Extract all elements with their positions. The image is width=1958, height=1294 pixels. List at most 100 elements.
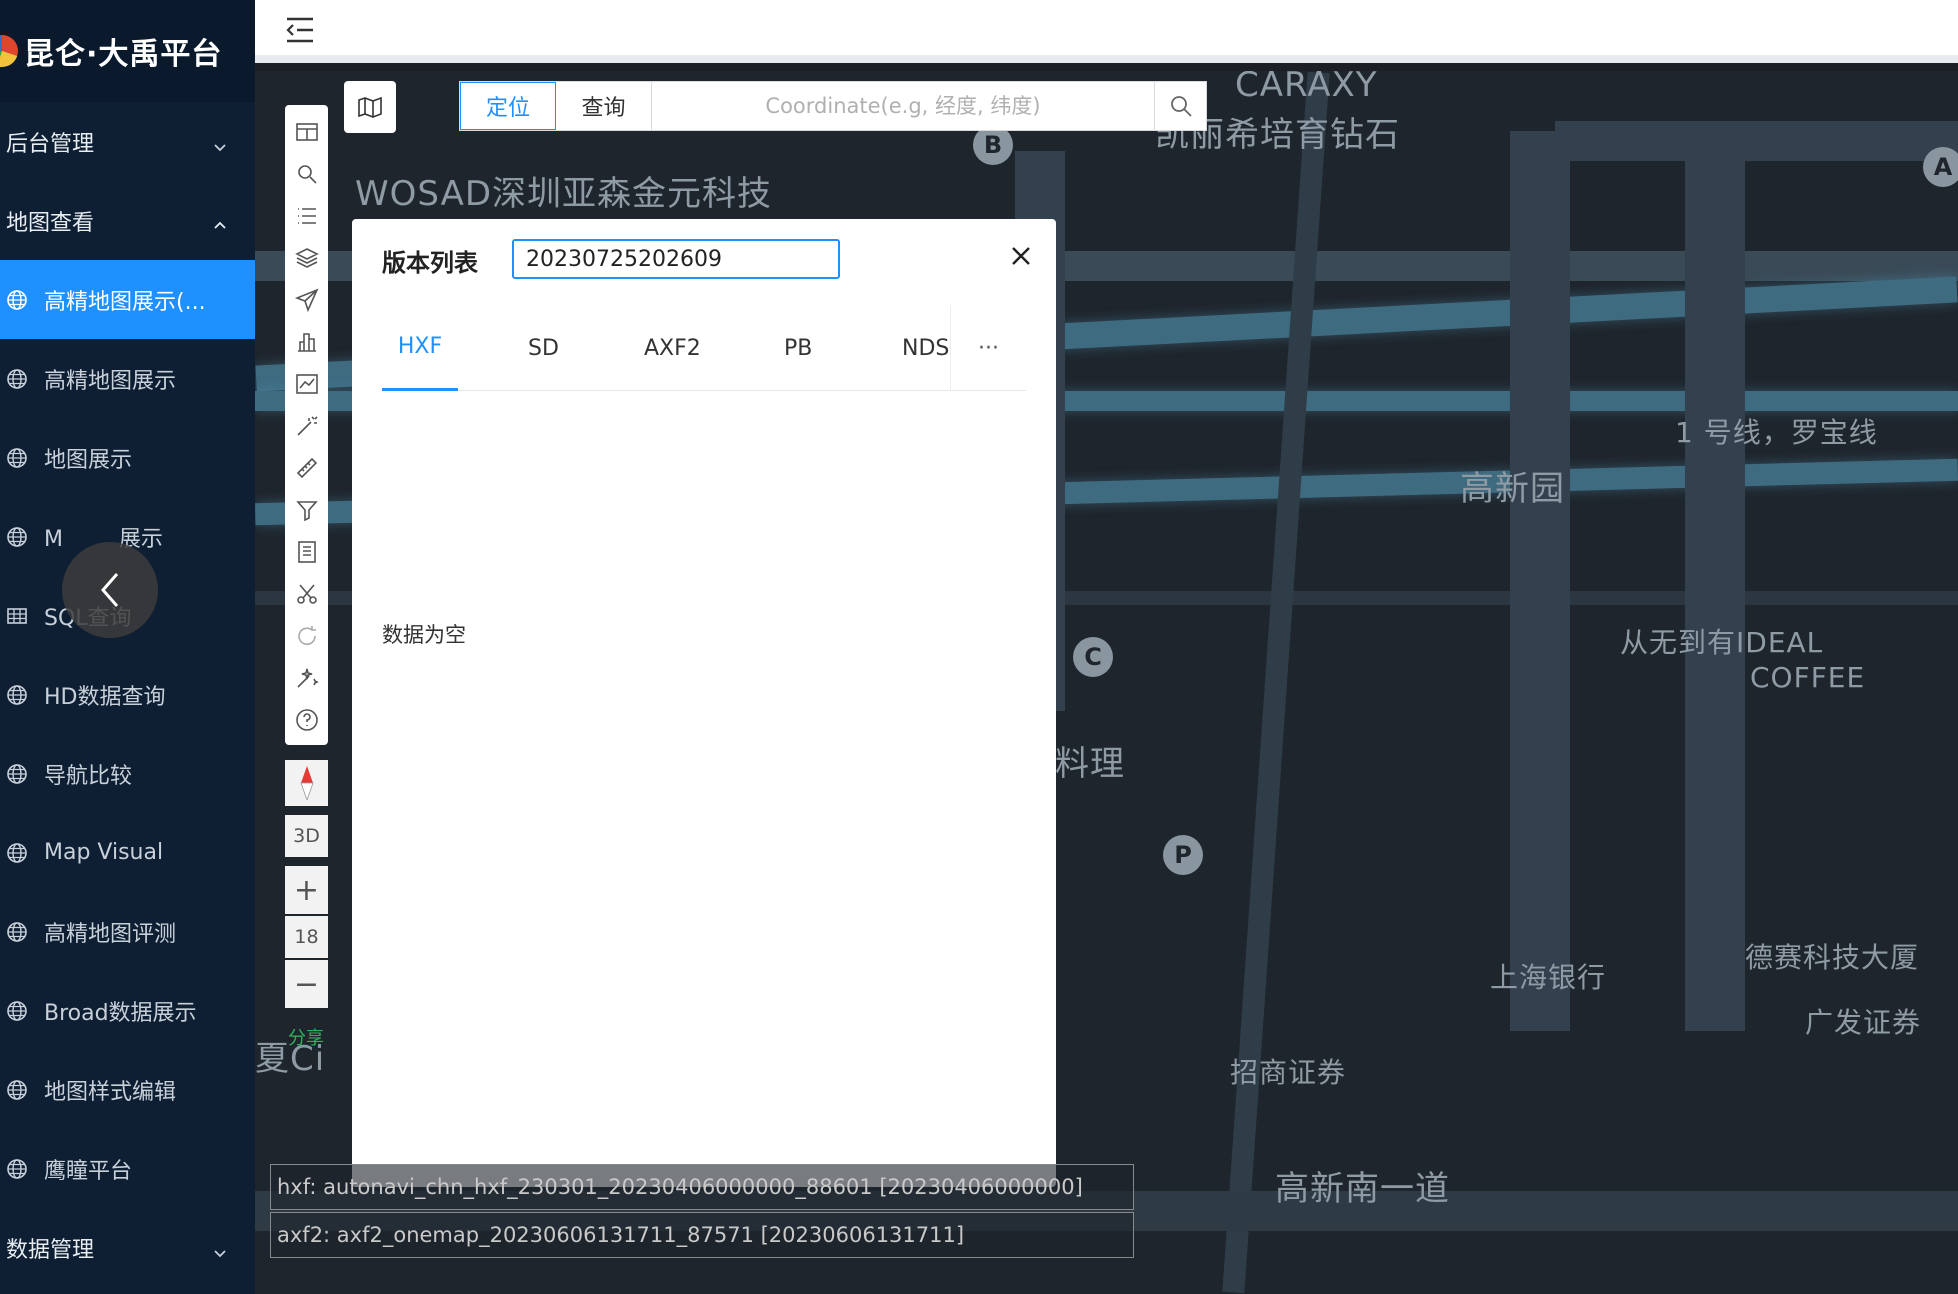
sidebar-item-eagle-eye[interactable]: 鹰瞳平台	[0, 1129, 255, 1208]
sidebar-item-label: Map Visual	[44, 840, 164, 865]
sidebar-item-broad-data[interactable]: Broad数据展示	[0, 971, 255, 1050]
tab-locate[interactable]: 定位	[460, 82, 556, 130]
sidebar-item-hd-map-display-1[interactable]: 高精地图展示(...	[0, 260, 255, 339]
map-poi-marker[interactable]: C	[1073, 637, 1113, 677]
navigate-tool[interactable]	[293, 286, 321, 314]
map-label: 高新园	[1460, 469, 1565, 509]
zoom-in-button[interactable]: +	[285, 866, 328, 914]
map-label: 1 号线，罗宝线	[1675, 416, 1878, 449]
filter-tool[interactable]	[293, 496, 321, 524]
map-label: 高新南一道	[1275, 1169, 1450, 1209]
sidebar-item-hd-map-display-2[interactable]: 高精地图展示	[0, 339, 255, 418]
filter-icon	[295, 501, 318, 522]
search-tool[interactable]	[293, 160, 321, 188]
sidebar-item-map-style-edit[interactable]: 地图样式编辑	[0, 1050, 255, 1129]
map-label: 从无到有IDEAL	[1620, 626, 1824, 659]
tab-nds[interactable]: NDS	[902, 305, 949, 391]
globe-icon	[7, 1158, 27, 1179]
menu-group-data-management[interactable]: 数据管理	[0, 1208, 255, 1287]
sidebar-item-label: 地图样式编辑	[44, 1079, 177, 1105]
sidebar-item-label: Broad数据展示	[44, 1000, 197, 1026]
map-poi-marker[interactable]: B	[973, 125, 1013, 165]
app-title: 昆仑·大禹平台	[24, 37, 223, 72]
tab-sd[interactable]: SD	[528, 305, 559, 391]
chevron-left-icon	[101, 573, 119, 607]
tab-hxf[interactable]: HXF	[382, 305, 458, 391]
close-icon[interactable]	[1010, 245, 1032, 267]
version-input[interactable]	[512, 239, 840, 279]
sidebar-item-label: HD数据查询	[44, 684, 166, 710]
scissors-tool[interactable]	[293, 580, 321, 608]
zoom-level: 18	[285, 916, 328, 958]
tab-query[interactable]: 查询	[556, 82, 652, 130]
map-label: 广发证券	[1805, 1006, 1922, 1039]
list-tool[interactable]	[293, 202, 321, 230]
map-icon	[358, 96, 382, 118]
format-tabs: HXF SD AXF2 PB NDS ···	[382, 305, 1026, 391]
effects-tool[interactable]	[293, 664, 321, 692]
tab-pb[interactable]: PB	[784, 305, 812, 391]
send-icon	[294, 288, 319, 312]
tabs-more-button[interactable]: ···	[950, 305, 1026, 391]
building-icon	[297, 333, 316, 352]
map-toolbar	[285, 105, 328, 745]
sidebar-item-map-display[interactable]: 地图展示	[0, 418, 255, 497]
sidebar-item-nav-compare[interactable]: 导航比较	[0, 734, 255, 813]
map-label: 料理	[1055, 744, 1125, 784]
menu-group-map-view[interactable]: 地图查看	[0, 181, 255, 260]
magic-wand-tool[interactable]	[293, 412, 321, 440]
layout-tool[interactable]	[293, 118, 321, 146]
empty-state-text: 数据为空	[382, 623, 466, 647]
map-label: CARAXY	[1235, 71, 1378, 105]
zoom-out-button[interactable]: −	[285, 960, 328, 1008]
globe-icon	[7, 1000, 27, 1021]
globe-icon	[7, 289, 27, 310]
app-logo[interactable]: 昆仑·大禹平台	[0, 0, 255, 102]
globe-icon	[7, 684, 27, 705]
measure-tool[interactable]	[293, 454, 321, 482]
back-button[interactable]	[62, 542, 158, 638]
menu-group-label: 地图查看	[6, 210, 95, 236]
menu-group-label: 后台管理	[6, 131, 95, 157]
search-icon	[297, 165, 317, 184]
map-poi-marker[interactable]: P	[1163, 835, 1203, 875]
map-type-button[interactable]	[344, 81, 396, 133]
map-poi-marker[interactable]: A	[1923, 147, 1958, 187]
search-button[interactable]	[1154, 82, 1206, 130]
map-label: 德赛科技大厦	[1745, 941, 1920, 974]
sidebar-item-hd-data-query[interactable]: HD数据查询	[0, 655, 255, 734]
document-tool[interactable]	[293, 538, 321, 566]
menu-group-admin[interactable]: 后台管理	[0, 102, 255, 181]
map-label: COFFEE	[1750, 661, 1866, 694]
sidebar-item-label: 高精地图评测	[44, 921, 177, 947]
layers-tool[interactable]	[293, 244, 321, 272]
list-icon	[297, 208, 316, 224]
ruler-icon	[296, 457, 317, 479]
map-label: WOSAD深圳亚森金元科技	[355, 174, 773, 214]
sidebar-item-map-visual[interactable]: Map Visual	[0, 813, 255, 892]
globe-icon	[7, 763, 27, 784]
minus-icon: −	[293, 966, 320, 1002]
refresh-tool[interactable]	[293, 622, 321, 650]
tab-axf2[interactable]: AXF2	[644, 305, 701, 391]
building-tool[interactable]	[293, 328, 321, 356]
globe-icon	[7, 1079, 27, 1100]
sidebar: 昆仑·大禹平台 后台管理 地图查看 高精地图展示(... 高精地图展示 地图展示…	[0, 0, 255, 1294]
compass-icon	[299, 766, 314, 800]
3d-toggle-button[interactable]: 3D	[285, 815, 328, 857]
share-link[interactable]: 分享	[288, 1024, 324, 1050]
version-info-line: hxf: autonavi_chn_hxf_230301_20230406000…	[270, 1164, 1134, 1210]
sidebar-item-label: 鹰瞳平台	[44, 1158, 133, 1184]
sidebar-item-hd-map-evaluation[interactable]: 高精地图评测	[0, 892, 255, 971]
plus-icon: +	[293, 872, 320, 908]
sidebar-item-label: 导航比较	[44, 763, 133, 789]
compass-button[interactable]	[285, 760, 328, 806]
globe-icon	[7, 368, 27, 389]
help-tool[interactable]	[293, 706, 321, 734]
globe-icon	[7, 526, 27, 547]
document-icon	[297, 541, 316, 563]
scissors-icon	[296, 584, 317, 604]
chart-tool[interactable]	[293, 370, 321, 398]
menu-collapse-icon[interactable]	[285, 16, 315, 44]
coordinate-search-input[interactable]	[652, 82, 1154, 130]
